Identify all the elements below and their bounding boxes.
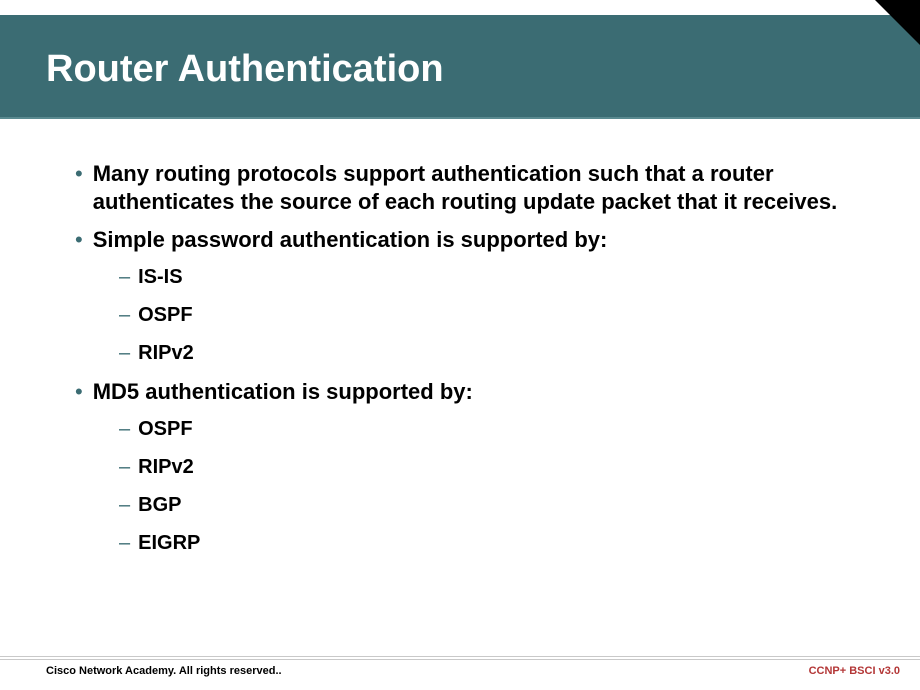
corner-fold-icon	[875, 0, 920, 45]
sub-item: – RIPv2	[119, 454, 865, 480]
bullet-dot-icon: •	[75, 226, 83, 254]
dash-icon: –	[119, 264, 130, 290]
bullet-item: • Simple password authentication is supp…	[75, 226, 865, 254]
dash-icon: –	[119, 454, 130, 480]
bullet-text: Simple password authentication is suppor…	[93, 226, 608, 254]
dash-icon: –	[119, 416, 130, 442]
sub-list: – OSPF – RIPv2 – BGP – EIGRP	[119, 416, 865, 556]
sub-text: OSPF	[138, 416, 192, 442]
footer-rule	[0, 656, 920, 657]
sub-text: IS-IS	[138, 264, 182, 290]
sub-text: EIGRP	[138, 530, 200, 556]
sub-item: – IS-IS	[119, 264, 865, 290]
sub-item: – RIPv2	[119, 340, 865, 366]
footer-left-text: Cisco Network Academy. All rights reserv…	[46, 665, 282, 677]
dash-icon: –	[119, 340, 130, 366]
footer-right-text: CCNP+ BSCI v3.0	[809, 665, 900, 677]
sub-text: RIPv2	[138, 454, 194, 480]
dash-icon: –	[119, 302, 130, 328]
sub-item: – OSPF	[119, 302, 865, 328]
sub-item: – OSPF	[119, 416, 865, 442]
bullet-text: MD5 authentication is supported by:	[93, 378, 473, 406]
footer: Cisco Network Academy. All rights reserv…	[0, 656, 920, 684]
sub-list: – IS-IS – OSPF – RIPv2	[119, 264, 865, 366]
bullet-item: • MD5 authentication is supported by:	[75, 378, 865, 406]
sub-text: BGP	[138, 492, 181, 518]
footer-rule	[0, 659, 920, 660]
sub-text: OSPF	[138, 302, 192, 328]
sub-text: RIPv2	[138, 340, 194, 366]
sub-item: – BGP	[119, 492, 865, 518]
bullet-item: • Many routing protocols support authent…	[75, 160, 865, 216]
content-area: • Many routing protocols support authent…	[75, 160, 865, 568]
bullet-text: Many routing protocols support authentic…	[93, 160, 865, 216]
dash-icon: –	[119, 530, 130, 556]
dash-icon: –	[119, 492, 130, 518]
bullet-dot-icon: •	[75, 160, 83, 188]
bullet-dot-icon: •	[75, 378, 83, 406]
sub-item: – EIGRP	[119, 530, 865, 556]
slide-title: Router Authentication	[46, 48, 444, 91]
